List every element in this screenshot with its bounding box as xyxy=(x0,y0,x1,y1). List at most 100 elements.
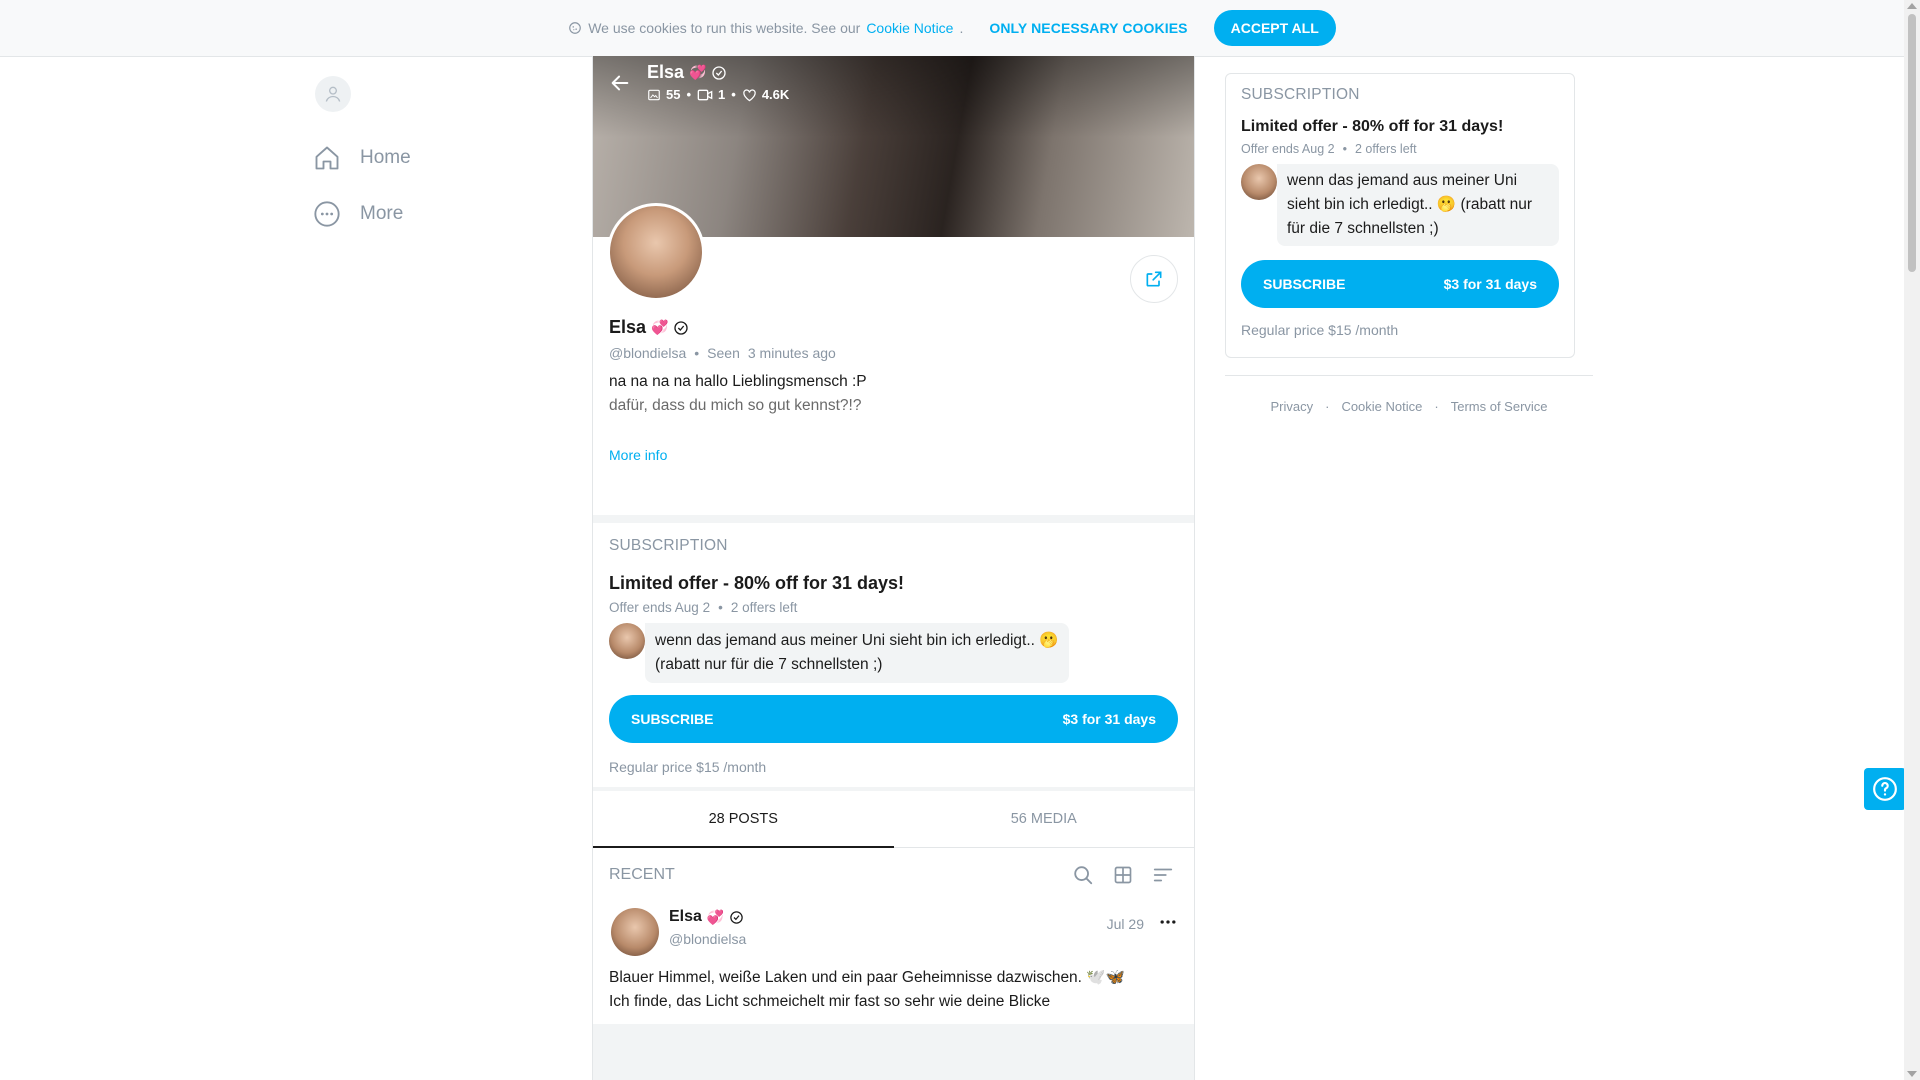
image-icon xyxy=(648,89,660,100)
likes-count: 4.6K xyxy=(742,87,789,102)
hearts-emoji: 💞 xyxy=(651,319,669,335)
post-author-name-text: Elsa xyxy=(669,908,702,925)
cover-name-text: Elsa xyxy=(647,62,685,82)
tab-posts[interactable]: 28 POSTS xyxy=(593,791,894,848)
cookie-message: We use cookies to run this website. See … xyxy=(568,20,963,36)
sidebar-item-more[interactable]: More xyxy=(312,186,552,242)
post-author-name[interactable]: Elsa 💞 xyxy=(669,908,746,926)
arrow-left-icon xyxy=(611,75,629,91)
cover-image: Elsa 💞 55 • 1 • 4.6K xyxy=(593,56,1194,237)
likes-count-value: 4.6K xyxy=(761,87,790,102)
cover-header-info: Elsa 💞 55 • 1 • 4.6K xyxy=(647,62,789,102)
videos-count: 1 xyxy=(697,87,725,102)
profile-tabs: 28 POSTS 56 MEDIA xyxy=(593,791,1194,848)
subscription-heading: SUBSCRIPTION xyxy=(609,537,728,554)
more-info-link[interactable]: More info xyxy=(609,447,667,463)
post-text-line: Blauer Himmel, weiße Laken und ein paar … xyxy=(609,969,1125,986)
cookie-text: We use cookies to run this website. See … xyxy=(588,20,861,36)
post-date: Jul 29 xyxy=(1106,916,1144,932)
offers-left: 2 offers left xyxy=(1354,142,1417,156)
scrollbar-thumb[interactable] xyxy=(1908,14,1916,272)
offer-title: Limited offer - 80% off for 31 days! xyxy=(1241,118,1504,135)
subscription-card: SUBSCRIPTION Limited offer - 80% off for… xyxy=(593,523,1194,787)
post-header: Elsa 💞 @blondielsa xyxy=(609,908,1178,956)
cookie-notice-footer-link[interactable]: Cookie Notice xyxy=(1341,399,1422,414)
share-button[interactable] xyxy=(1130,255,1178,303)
offer-ends: Offer ends Aug 2 xyxy=(609,600,711,615)
cookie-period: . xyxy=(959,20,964,36)
profile-meta: @blondielsa • Seen 3 minutes ago xyxy=(609,345,836,361)
scroll-up-arrow[interactable] xyxy=(1907,3,1917,9)
verified-icon xyxy=(674,320,689,335)
regular-price: Regular price $15 /month xyxy=(1241,322,1399,338)
dot-separator: • xyxy=(686,87,692,102)
help-icon xyxy=(1873,777,1897,801)
post-text-line: Ich finde, das Licht schmeichelt mir fas… xyxy=(609,993,1051,1010)
verified-icon xyxy=(730,910,744,924)
privacy-link[interactable]: Privacy xyxy=(1270,399,1313,414)
offer-message: wenn das jemand aus meiner Uni sieht bin… xyxy=(1241,164,1559,246)
sidebar-item-label: More xyxy=(360,203,404,224)
photos-count-value: 55 xyxy=(666,87,681,102)
recent-toolbar: RECENT xyxy=(593,848,1194,902)
video-icon xyxy=(697,89,713,100)
avatar[interactable] xyxy=(611,908,659,956)
sidebar-item-home[interactable]: Home xyxy=(312,130,552,186)
cover-profile-name: Elsa 💞 xyxy=(647,62,789,83)
sidebar-subscription-card: SUBSCRIPTION Limited offer - 80% off for… xyxy=(1225,73,1575,358)
videos-count-value: 1 xyxy=(718,87,726,102)
profile-main-column: Elsa 💞 55 • 1 • 4.6K Elsa 💞 @blondielsa … xyxy=(592,56,1195,1080)
sort-icon xyxy=(1153,868,1173,882)
tab-media[interactable]: 56 MEDIA xyxy=(894,791,1195,847)
hearts-emoji: 💞 xyxy=(689,64,707,80)
dot-separator: • xyxy=(1342,142,1347,156)
post-author-handle[interactable]: @blondielsa xyxy=(669,931,746,947)
heart-icon xyxy=(743,88,756,101)
post-text: Blauer Himmel, weiße Laken und ein paar … xyxy=(609,966,1178,1014)
only-necessary-cookies-button[interactable]: ONLY NECESSARY COOKIES xyxy=(989,20,1187,36)
regular-price: Regular price $15 /month xyxy=(609,759,767,775)
profile-avatar[interactable] xyxy=(607,203,705,301)
more-circle-icon xyxy=(312,199,342,229)
sort-button[interactable] xyxy=(1148,860,1178,890)
page-scrollbar[interactable] xyxy=(1904,0,1920,1080)
offer-message: wenn das jemand aus meiner Uni sieht bin… xyxy=(609,623,1178,683)
subscription-heading: SUBSCRIPTION xyxy=(1241,86,1360,103)
bio-line: dafür, dass du mich so gut kennst?!? xyxy=(609,397,862,414)
avatar xyxy=(609,623,645,659)
offer-message-text: wenn das jemand aus meiner Uni sieht bin… xyxy=(645,623,1069,683)
offer-meta: Offer ends Aug 2 • 2 offers left xyxy=(1241,142,1559,156)
profile-name: Elsa 💞 xyxy=(609,317,689,338)
dot-separator: • xyxy=(694,345,700,361)
post-author: Elsa 💞 @blondielsa xyxy=(669,908,746,947)
subscribe-price: $3 for 31 days xyxy=(1062,711,1156,727)
accept-all-button[interactable]: ACCEPT ALL xyxy=(1213,10,1336,46)
divider xyxy=(1225,375,1593,376)
help-button[interactable] xyxy=(1864,768,1906,810)
user-avatar[interactable] xyxy=(315,76,351,112)
user-icon xyxy=(325,86,341,102)
subscribe-button[interactable]: SUBSCRIBE $3 for 31 days xyxy=(1241,260,1559,308)
search-icon xyxy=(1074,866,1093,885)
cookie-notice-link[interactable]: Cookie Notice xyxy=(866,20,953,36)
post-options-button[interactable] xyxy=(1158,912,1178,932)
scroll-down-arrow[interactable] xyxy=(1907,1071,1917,1077)
offer-message-text: wenn das jemand aus meiner Uni sieht bin… xyxy=(1277,164,1559,246)
subscribe-button[interactable]: SUBSCRIBE $3 for 31 days xyxy=(609,695,1178,743)
bio-line: na na na na hallo Lieblingsmensch :P xyxy=(609,373,867,390)
offers-left: 2 offers left xyxy=(730,600,798,615)
seen-label: Seen xyxy=(707,345,740,361)
sidebar-item-label: Home xyxy=(360,147,411,168)
terms-link[interactable]: Terms of Service xyxy=(1451,399,1548,414)
home-icon xyxy=(312,143,342,173)
profile-handle: @blondielsa xyxy=(609,345,687,361)
back-button[interactable] xyxy=(609,72,631,94)
cover-stats: 55 • 1 • 4.6K xyxy=(647,87,789,102)
footer-separator: · xyxy=(1434,399,1439,414)
share-icon xyxy=(1146,271,1162,287)
search-button[interactable] xyxy=(1068,860,1098,890)
subscribe-label: SUBSCRIBE xyxy=(1263,276,1346,292)
offer-ends: Offer ends Aug 2 xyxy=(1241,142,1335,156)
subscribe-price: $3 for 31 days xyxy=(1443,276,1537,292)
grid-view-button[interactable] xyxy=(1108,860,1138,890)
